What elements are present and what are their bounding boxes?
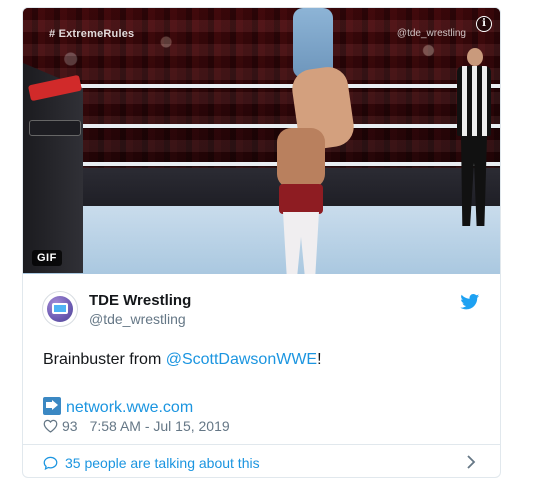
author-name[interactable]: TDE Wrestling xyxy=(89,292,191,309)
turnbuckle xyxy=(29,120,81,136)
tweet-text: Brainbuster from @ScottDawsonWWE! xyxy=(43,351,322,368)
link-text[interactable]: network.wwe.com xyxy=(66,399,193,416)
conversation-footer[interactable]: 35 people are talking about this xyxy=(23,444,500,477)
gif-badge: GIF xyxy=(32,250,62,266)
referee xyxy=(453,48,495,228)
ring-rope xyxy=(23,84,500,88)
tweet-meta: 93 7:58 AM - Jul 15, 2019 xyxy=(43,418,230,434)
wrestler-bottom xyxy=(271,128,331,274)
author-handle[interactable]: @tde_wrestling xyxy=(89,311,186,327)
hashtag-overlay: # ExtremeRules xyxy=(49,28,135,40)
twitter-bird-icon[interactable] xyxy=(460,294,480,310)
talking-count-text[interactable]: 35 people are talking about this xyxy=(65,455,260,471)
info-icon[interactable]: i xyxy=(476,16,492,32)
right-arrow-icon xyxy=(43,397,61,415)
avatar[interactable] xyxy=(42,291,78,327)
timestamp[interactable]: 7:58 AM - Jul 15, 2019 xyxy=(90,418,230,434)
tv-icon xyxy=(52,303,68,314)
tweet-body: TDE Wrestling @tde_wrestling Brainbuster… xyxy=(23,274,500,477)
mention-link[interactable]: @ScottDawsonWWE xyxy=(166,351,317,368)
card-link[interactable]: network.wwe.com xyxy=(43,394,193,416)
heart-icon[interactable] xyxy=(43,419,58,433)
watermark-overlay: @tde_wrestling xyxy=(396,28,466,39)
tweet-media-gif[interactable]: # ExtremeRules @tde_wrestling i GIF xyxy=(23,8,500,274)
ring-rope xyxy=(23,124,500,128)
ring-rope xyxy=(23,162,500,166)
like-count[interactable]: 93 xyxy=(62,418,78,434)
chevron-right-icon[interactable] xyxy=(466,455,476,469)
speech-bubble-icon xyxy=(43,456,58,470)
ring-mat xyxy=(23,206,500,274)
tweet-card: # ExtremeRules @tde_wrestling i GIF TDE … xyxy=(22,7,501,478)
